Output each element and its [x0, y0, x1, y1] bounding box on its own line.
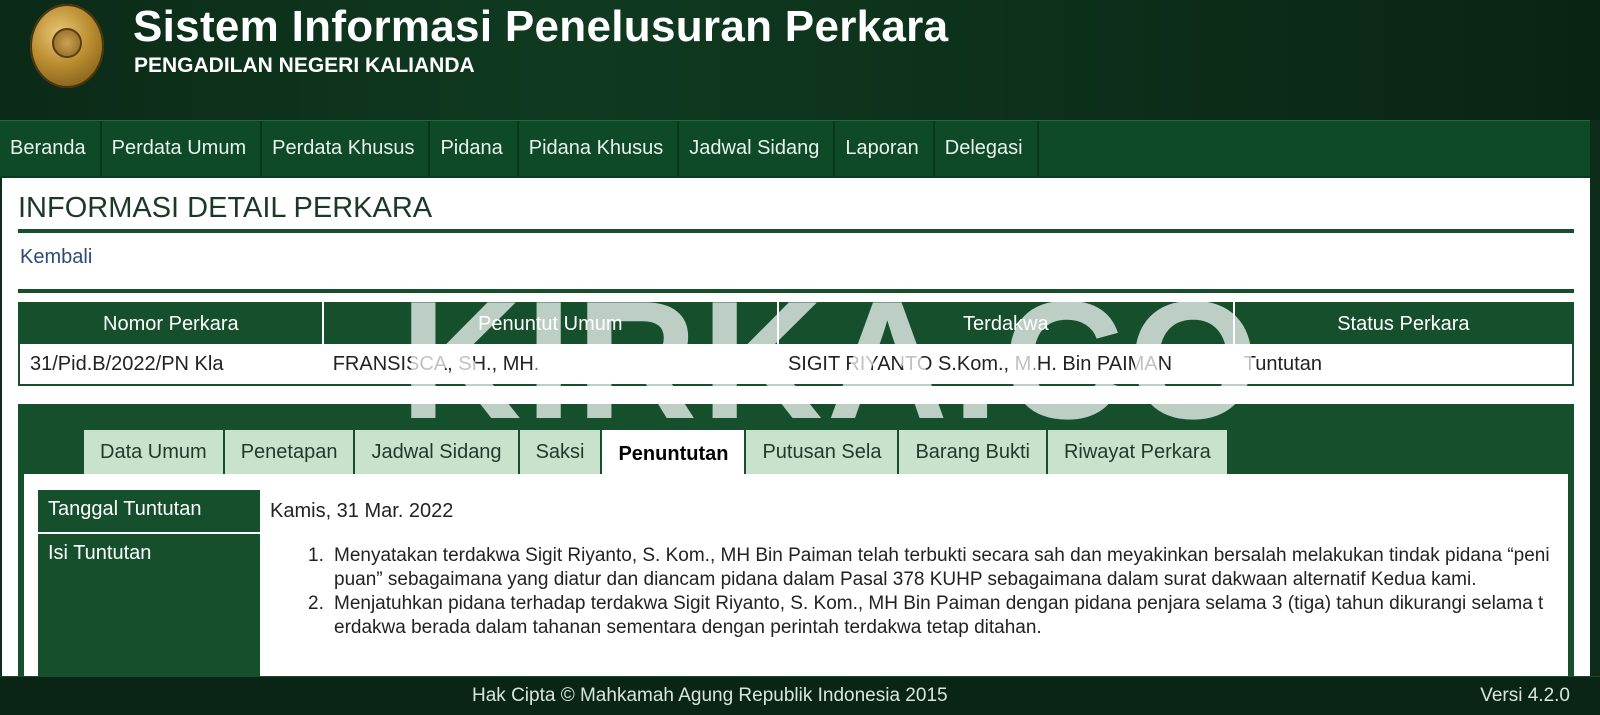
tab-jadwal-sidang[interactable]: Jadwal Sidang — [355, 430, 520, 474]
case-number: 31/Pid.B/2022/PN Kla — [30, 352, 224, 375]
court-name: PENGADILAN NEGERI KALIANDA — [134, 54, 475, 77]
list-item-text: Menyatakan terdakwa Sigit Riyanto, S. Ko… — [334, 545, 1550, 590]
tanggal-tuntutan-value: Kamis, 31 Mar. 2022 — [270, 500, 454, 522]
tab-penetapan[interactable]: Penetapan — [224, 430, 356, 474]
table-header-row: Nomor Perkara Penuntut Umum Terdakwa Sta… — [19, 303, 1573, 344]
defendant: SIGIT RIYANTO S.Kom., M.H. Bin PAIMAN — [787, 352, 1173, 375]
column-header: Status Perkara — [1233, 303, 1573, 344]
list-item: 2. Menjatuhkan pidana terhadap terdakwa … — [308, 592, 1550, 640]
tab-putusan-sela[interactable]: Putusan Sela — [746, 430, 900, 474]
seal-emblem — [52, 28, 82, 58]
list-item-number: 2. — [308, 593, 324, 614]
court-seal-icon — [30, 4, 104, 88]
tanggal-tuntutan-label: Tanggal Tuntutan — [38, 490, 260, 532]
detail-tabs: Data Umum Penetapan Jadwal Sidang Saksi … — [84, 430, 1229, 478]
detail-panel: Data Umum Penetapan Jadwal Sidang Saksi … — [18, 404, 1574, 676]
case-summary-table: Nomor Perkara Penuntut Umum Terdakwa Sta… — [18, 302, 1574, 386]
app-header: Sistem Informasi Penelusuran Perkara PEN… — [0, 0, 1600, 120]
list-item-text: Menjatuhkan pidana terhadap terdakwa Sig… — [334, 593, 1544, 638]
column-header: Terdakwa — [777, 303, 1235, 344]
tab-saksi[interactable]: Saksi — [519, 430, 603, 474]
nav-item-perdata-khusus[interactable]: Perdata Khusus — [262, 121, 431, 176]
footer: Hak Cipta © Mahkamah Agung Republik Indo… — [0, 676, 1600, 715]
tab-barang-bukti[interactable]: Barang Bukti — [899, 430, 1048, 474]
case-status: Tuntutan — [1243, 352, 1322, 375]
list-item-number: 1. — [308, 545, 324, 566]
nav-item-beranda[interactable]: Beranda — [0, 121, 102, 176]
table-row: 31/Pid.B/2022/PN Kla FRANSISCA, SH., MH.… — [19, 344, 1573, 385]
nav-item-perdata-umum[interactable]: Perdata Umum — [102, 121, 263, 176]
nav-item-delegasi[interactable]: Delegasi — [935, 121, 1039, 176]
tab-data-umum[interactable]: Data Umum — [84, 430, 225, 474]
prosecutor: FRANSISCA, SH., MH. — [332, 352, 540, 375]
app-title: Sistem Informasi Penelusuran Perkara — [133, 2, 949, 51]
nav-item-pidana[interactable]: Pidana — [430, 121, 519, 176]
title-divider — [18, 229, 1574, 233]
version-text: Versi 4.2.0 — [1480, 685, 1570, 706]
nav-item-pidana-khusus[interactable]: Pidana Khusus — [519, 121, 680, 176]
main-content: INFORMASI DETAIL PERKARA Kembali Nomor P… — [2, 178, 1590, 676]
main-nav: Beranda Perdata Umum Perdata Khusus Pida… — [0, 120, 1590, 178]
nav-item-laporan[interactable]: Laporan — [835, 121, 935, 176]
section-divider — [18, 289, 1574, 293]
tab-riwayat-perkara[interactable]: Riwayat Perkara — [1047, 430, 1229, 474]
tab-penuntutan[interactable]: Penuntutan — [602, 430, 747, 478]
copyright-text: Hak Cipta © Mahkamah Agung Republik Indo… — [472, 685, 948, 706]
isi-tuntutan-list: 1. Menyatakan terdakwa Sigit Riyanto, S.… — [308, 544, 1550, 640]
column-header: Nomor Perkara — [19, 303, 324, 344]
back-link[interactable]: Kembali — [20, 246, 92, 269]
list-item: 1. Menyatakan terdakwa Sigit Riyanto, S.… — [308, 544, 1550, 592]
isi-tuntutan-label: Isi Tuntutan — [38, 534, 260, 676]
column-header: Penuntut Umum — [322, 303, 779, 344]
penuntutan-content: Tanggal Tuntutan Kamis, 31 Mar. 2022 Isi… — [24, 474, 1568, 676]
nav-item-jadwal-sidang[interactable]: Jadwal Sidang — [679, 121, 836, 176]
page-title: INFORMASI DETAIL PERKARA — [18, 192, 433, 224]
